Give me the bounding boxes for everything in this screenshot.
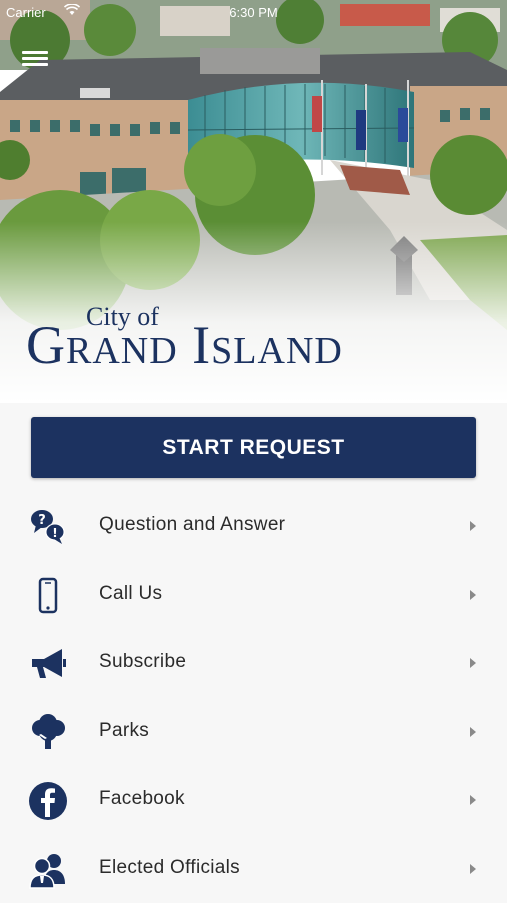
status-time: 6:30 PM	[0, 5, 507, 20]
chevron-right-icon	[469, 794, 477, 806]
officials-icon	[28, 850, 68, 890]
menu-list: ? ! Question and Answer Call Us Subscrib…	[0, 492, 507, 903]
tree-icon	[28, 713, 68, 753]
megaphone-icon	[28, 644, 68, 684]
menu-item-facebook[interactable]: Facebook	[0, 766, 507, 835]
svg-text:!: !	[52, 526, 57, 540]
menu-item-parks[interactable]: Parks	[0, 698, 507, 767]
menu-item-call-us[interactable]: Call Us	[0, 561, 507, 630]
status-bar: Carrier 6:30 PM	[0, 0, 507, 26]
menu-item-label: Facebook	[99, 788, 185, 810]
menu-item-label: Elected Officials	[99, 857, 240, 879]
menu-item-label: Call Us	[99, 583, 162, 605]
chevron-right-icon	[469, 589, 477, 601]
chevron-right-icon	[469, 657, 477, 669]
menu-item-question-and-answer[interactable]: ? ! Question and Answer	[0, 492, 507, 561]
chevron-right-icon	[469, 726, 477, 738]
start-request-button[interactable]: START REQUEST	[31, 417, 476, 478]
phone-icon	[28, 576, 68, 616]
menu-item-elected-officials[interactable]: Elected Officials	[0, 835, 507, 903]
hamburger-menu-icon[interactable]	[22, 48, 48, 70]
menu-item-label: Subscribe	[99, 651, 186, 673]
chevron-right-icon	[469, 520, 477, 532]
facebook-icon	[28, 781, 68, 821]
svg-text:?: ?	[38, 513, 46, 528]
question-answer-icon: ? !	[28, 507, 68, 547]
logo-grand-island: Grand Island	[26, 314, 343, 376]
city-logo: City of Grand Island	[0, 300, 507, 370]
hero-banner: Carrier 6:30 PM City of Grand Island	[0, 0, 507, 403]
menu-item-label: Question and Answer	[99, 514, 285, 536]
menu-item-label: Parks	[99, 720, 149, 742]
chevron-right-icon	[469, 863, 477, 875]
menu-item-subscribe[interactable]: Subscribe	[0, 629, 507, 698]
